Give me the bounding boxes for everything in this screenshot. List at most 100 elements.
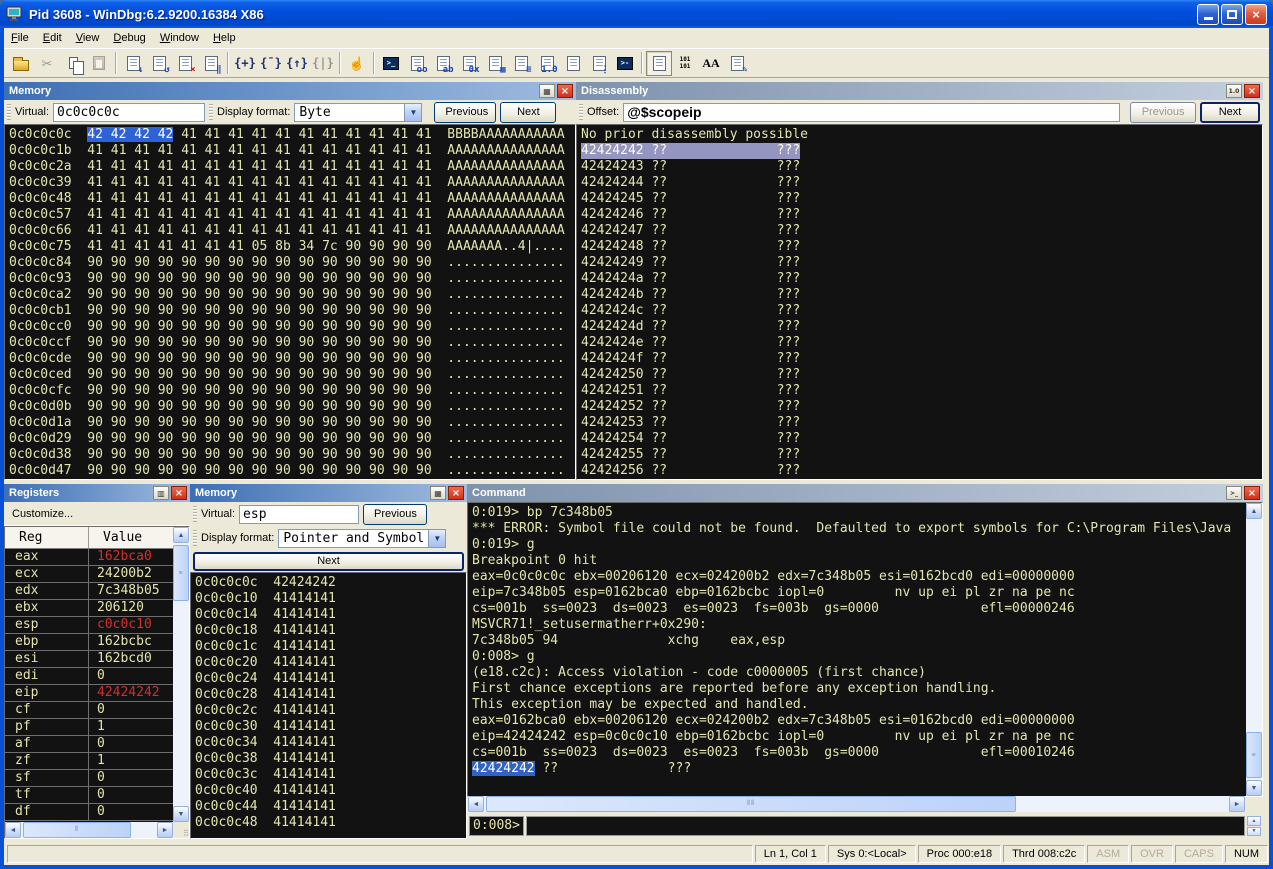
memory2-pane-titlebar[interactable]: Memory ▦ × (190, 484, 467, 502)
memory2-pane-dock-icon[interactable]: ▦ (430, 486, 446, 500)
scroll-up-icon[interactable]: ▲ (173, 527, 189, 543)
scroll-right-icon[interactable]: ► (1229, 796, 1245, 812)
memory2-content[interactable]: 0c0c0c0c 42424242 0c0c0c10 41414141 0c0c0c… (190, 572, 467, 839)
scroll-left-icon[interactable]: ◄ (5, 822, 21, 838)
command-pane-titlebar[interactable]: Command >_ × (467, 484, 1263, 502)
memory-pane-close-icon[interactable]: × (557, 84, 573, 98)
memory-pane-titlebar[interactable]: Memory ▦ × (4, 82, 576, 100)
toolbar-gripper[interactable] (193, 530, 197, 546)
scroll-down-icon[interactable]: ▼ (1246, 780, 1262, 796)
registers-hscrollbar[interactable]: ◄ ⦀ ► (5, 822, 173, 838)
register-row-pf[interactable]: pf 1 (5, 719, 173, 736)
register-row-esp[interactable]: esp c0c0c10 (5, 617, 173, 634)
spin-down-icon[interactable]: ▼ (1247, 826, 1261, 836)
locals-window-button[interactable] (430, 51, 456, 76)
resize-grip-icon[interactable]: ⠿ (173, 822, 189, 838)
font-button[interactable]: AA (698, 51, 724, 76)
command-vscroll-thumb[interactable]: ≡ (1246, 732, 1262, 778)
registers-pane-titlebar[interactable]: Registers ▥ × (4, 484, 190, 502)
memory2-virtual-input[interactable] (239, 504, 360, 524)
restart-button[interactable] (146, 51, 172, 76)
step-out-button[interactable]: {↑} (284, 51, 310, 76)
display-format-select[interactable]: Byte ▼ (294, 102, 423, 122)
menu-help[interactable]: Help (206, 29, 243, 47)
stop-debugging-button[interactable] (172, 51, 198, 76)
command-browser-window-button[interactable]: >- (612, 51, 638, 76)
register-row-esi[interactable]: esi 162bcd0 (5, 651, 173, 668)
maximize-button[interactable] (1221, 3, 1243, 25)
toolbar-gripper[interactable] (7, 104, 11, 120)
menu-edit[interactable]: Edit (36, 29, 69, 47)
register-row-eax[interactable]: eax 162bca0 (5, 549, 173, 566)
register-row-tf[interactable]: tf 0 (5, 787, 173, 804)
command-pane-close-icon[interactable]: × (1244, 486, 1260, 500)
watch-window-button[interactable] (404, 51, 430, 76)
copy-button[interactable] (60, 51, 86, 76)
registers-vscrollbar[interactable]: ▲ ≡ ▼ (173, 527, 189, 822)
disassembly-pane-close-icon[interactable]: × (1244, 84, 1260, 98)
register-row-ebx[interactable]: ebx 206120 (5, 600, 173, 617)
command-vscrollbar[interactable]: ▲ ≡ ▼ (1246, 503, 1262, 796)
disassembly-pane-titlebar[interactable]: Disassembly 1.0 × (576, 82, 1263, 100)
registers-hscroll-thumb[interactable]: ⦀ (23, 822, 131, 838)
source-mode-off-button[interactable]: 101 101 (672, 51, 698, 76)
memory2-format-select[interactable]: Pointer and Symbol ▼ (278, 528, 447, 548)
toolbar-gripper[interactable] (209, 104, 214, 120)
scroll-down-icon[interactable]: ▼ (173, 806, 189, 822)
menu-window[interactable]: Window (153, 29, 206, 47)
menu-debug[interactable]: Debug (106, 29, 152, 47)
register-row-ecx[interactable]: ecx 24200b2 (5, 566, 173, 583)
memory2-pane-close-icon[interactable]: × (448, 486, 464, 500)
command-hscrollbar[interactable]: ◄ ⦀⦀ ► (468, 796, 1245, 812)
registers-pane-close-icon[interactable]: × (171, 486, 187, 500)
registers-vscroll-thumb[interactable]: ≡ (173, 545, 189, 601)
registers-window-button[interactable] (456, 51, 482, 76)
memory-previous-button[interactable]: Previous (434, 101, 497, 123)
command-window-button[interactable]: >_ (378, 51, 404, 76)
memory-next-button[interactable]: Next (500, 101, 557, 123)
step-into-button[interactable]: {+} (232, 51, 258, 76)
register-row-zf[interactable]: zf 1 (5, 753, 173, 770)
break-hand-button[interactable]: ☝ (344, 51, 370, 76)
window-titlebar[interactable]: Pid 3608 - WinDbg:6.2.9200.16384 X86 × (0, 0, 1273, 28)
registers-rows[interactable]: eax 162bca0 ecx 24200b2 edx 7c348b05 ebx 206120… (5, 549, 173, 822)
command-input[interactable] (525, 816, 1245, 836)
memory2-previous-button[interactable]: Previous (363, 503, 428, 525)
memory-pane-dock-icon[interactable]: ▦ (539, 84, 555, 98)
break-button[interactable] (198, 51, 224, 76)
register-row-df[interactable]: df 0 (5, 804, 173, 821)
scroll-left-icon[interactable]: ◄ (468, 796, 484, 812)
scroll-right-icon[interactable]: ► (157, 822, 173, 838)
register-row-eip[interactable]: eip 42424242 (5, 685, 173, 702)
processes-window-button[interactable] (586, 51, 612, 76)
command-pane-dock-icon[interactable]: >_ (1226, 486, 1242, 500)
open-source-file-button[interactable] (8, 51, 34, 76)
source-mode-on-button[interactable] (646, 50, 672, 76)
register-row-af[interactable]: af 0 (5, 736, 173, 753)
options-button[interactable] (724, 51, 750, 76)
disassembly-pane-dock-icon[interactable]: 1.0 (1226, 84, 1242, 98)
registers-pane-dock-icon[interactable]: ▥ (153, 486, 169, 500)
register-row-ebp[interactable]: ebp 162bcbc (5, 634, 173, 651)
toolbar-gripper[interactable] (193, 506, 197, 522)
memory-window-button[interactable] (482, 51, 508, 76)
menu-file[interactable]: File (4, 29, 36, 47)
memory2-next-button[interactable]: Next (193, 551, 464, 571)
call-stack-window-button[interactable] (508, 51, 534, 76)
scratch-pad-window-button[interactable] (560, 51, 586, 76)
close-button[interactable]: × (1245, 3, 1267, 25)
scroll-up-icon[interactable]: ▲ (1246, 503, 1262, 519)
register-row-edx[interactable]: edx 7c348b05 (5, 583, 173, 600)
disassembly-window-button[interactable] (534, 51, 560, 76)
go-button[interactable] (120, 51, 146, 76)
step-over-button[interactable]: {¯} (258, 51, 284, 76)
command-hscroll-thumb[interactable]: ⦀⦀ (486, 796, 1016, 812)
disasm-content[interactable]: No prior disassembly possible 42424242 ??… (576, 124, 1263, 480)
command-content[interactable]: 0:019> bp 7c348b05 *** ERROR: Symbol file… (467, 502, 1263, 797)
memory1-content[interactable]: 0c0c0c0c 42 42 42 42 41 41 41 41 41 41 4… (4, 124, 576, 480)
spin-up-icon[interactable]: ▲ (1247, 816, 1261, 826)
minimize-button[interactable] (1197, 3, 1219, 25)
virtual-address-input[interactable] (53, 102, 206, 122)
register-row-edi[interactable]: edi 0 (5, 668, 173, 685)
disassembly-next-button[interactable]: Next (1200, 101, 1260, 123)
